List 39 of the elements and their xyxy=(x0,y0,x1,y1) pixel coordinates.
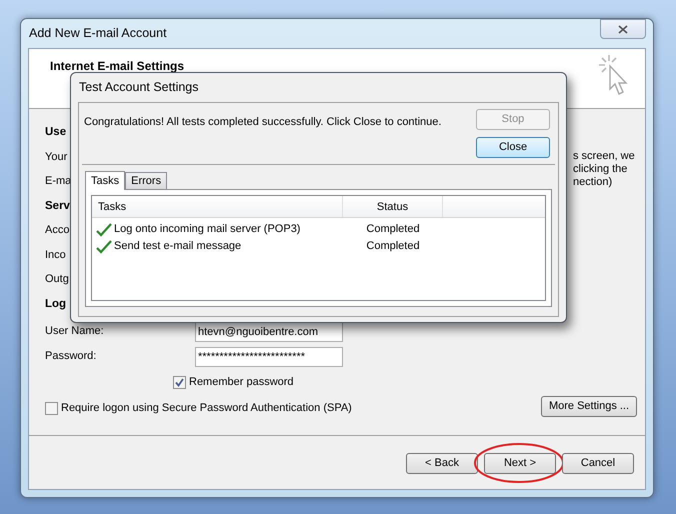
tab[interactable]: Errors xyxy=(125,172,168,189)
field-label: E-ma xyxy=(45,174,72,189)
result-message: Congratulations! All tests completed successfully. Click Close to continue. xyxy=(84,115,442,130)
wizard-button[interactable]: Next > xyxy=(484,453,556,474)
task-status: Completed xyxy=(365,222,421,238)
close-icon xyxy=(618,24,628,34)
section-heading: Log xyxy=(45,296,66,312)
wizard-button[interactable]: Cancel xyxy=(562,453,634,474)
task-name: Send test e-mail message xyxy=(114,239,242,254)
close-button[interactable] xyxy=(600,19,646,39)
input-field[interactable]: ************************* xyxy=(195,346,343,366)
section-title: Internet E-mail Settings xyxy=(50,58,184,75)
checkbox-label: Require logon using Secure Password Authentication (SPA) xyxy=(61,400,352,416)
checkbox[interactable] xyxy=(45,402,58,414)
checkbox-label: Remember password xyxy=(189,374,294,390)
description-text: nection) xyxy=(573,176,614,189)
field-label: Outg xyxy=(45,272,69,287)
tab[interactable]: Tasks xyxy=(85,171,126,190)
section-heading: Use xyxy=(45,125,66,140)
check-icon xyxy=(175,378,184,386)
description-text: clicking the xyxy=(573,163,628,176)
column-header: Tasks xyxy=(92,196,343,217)
wizard-button[interactable]: < Back xyxy=(406,453,478,474)
more-settings-button[interactable]: More Settings ... xyxy=(541,396,637,417)
section-heading: Serv xyxy=(45,198,70,214)
task-status: Completed xyxy=(365,239,421,254)
dialog-title: Test Account Settings xyxy=(78,79,199,96)
field-label: User Name: xyxy=(45,324,105,340)
field-label: Password: xyxy=(45,349,98,364)
column-header: Status xyxy=(343,196,443,217)
input-field[interactable]: htevn@nguoibentre.com xyxy=(195,322,343,342)
description-text: s screen, we xyxy=(573,150,636,163)
task-name: Log onto incoming mail server (POP3) xyxy=(114,222,300,238)
field-label: Acco xyxy=(45,223,70,238)
checkbox[interactable] xyxy=(173,376,186,388)
window-title: Add New E-mail Account xyxy=(28,25,167,42)
dialog-button[interactable]: Close xyxy=(476,137,550,158)
field-label: Inco xyxy=(45,248,66,262)
field-label: Your xyxy=(45,150,68,164)
